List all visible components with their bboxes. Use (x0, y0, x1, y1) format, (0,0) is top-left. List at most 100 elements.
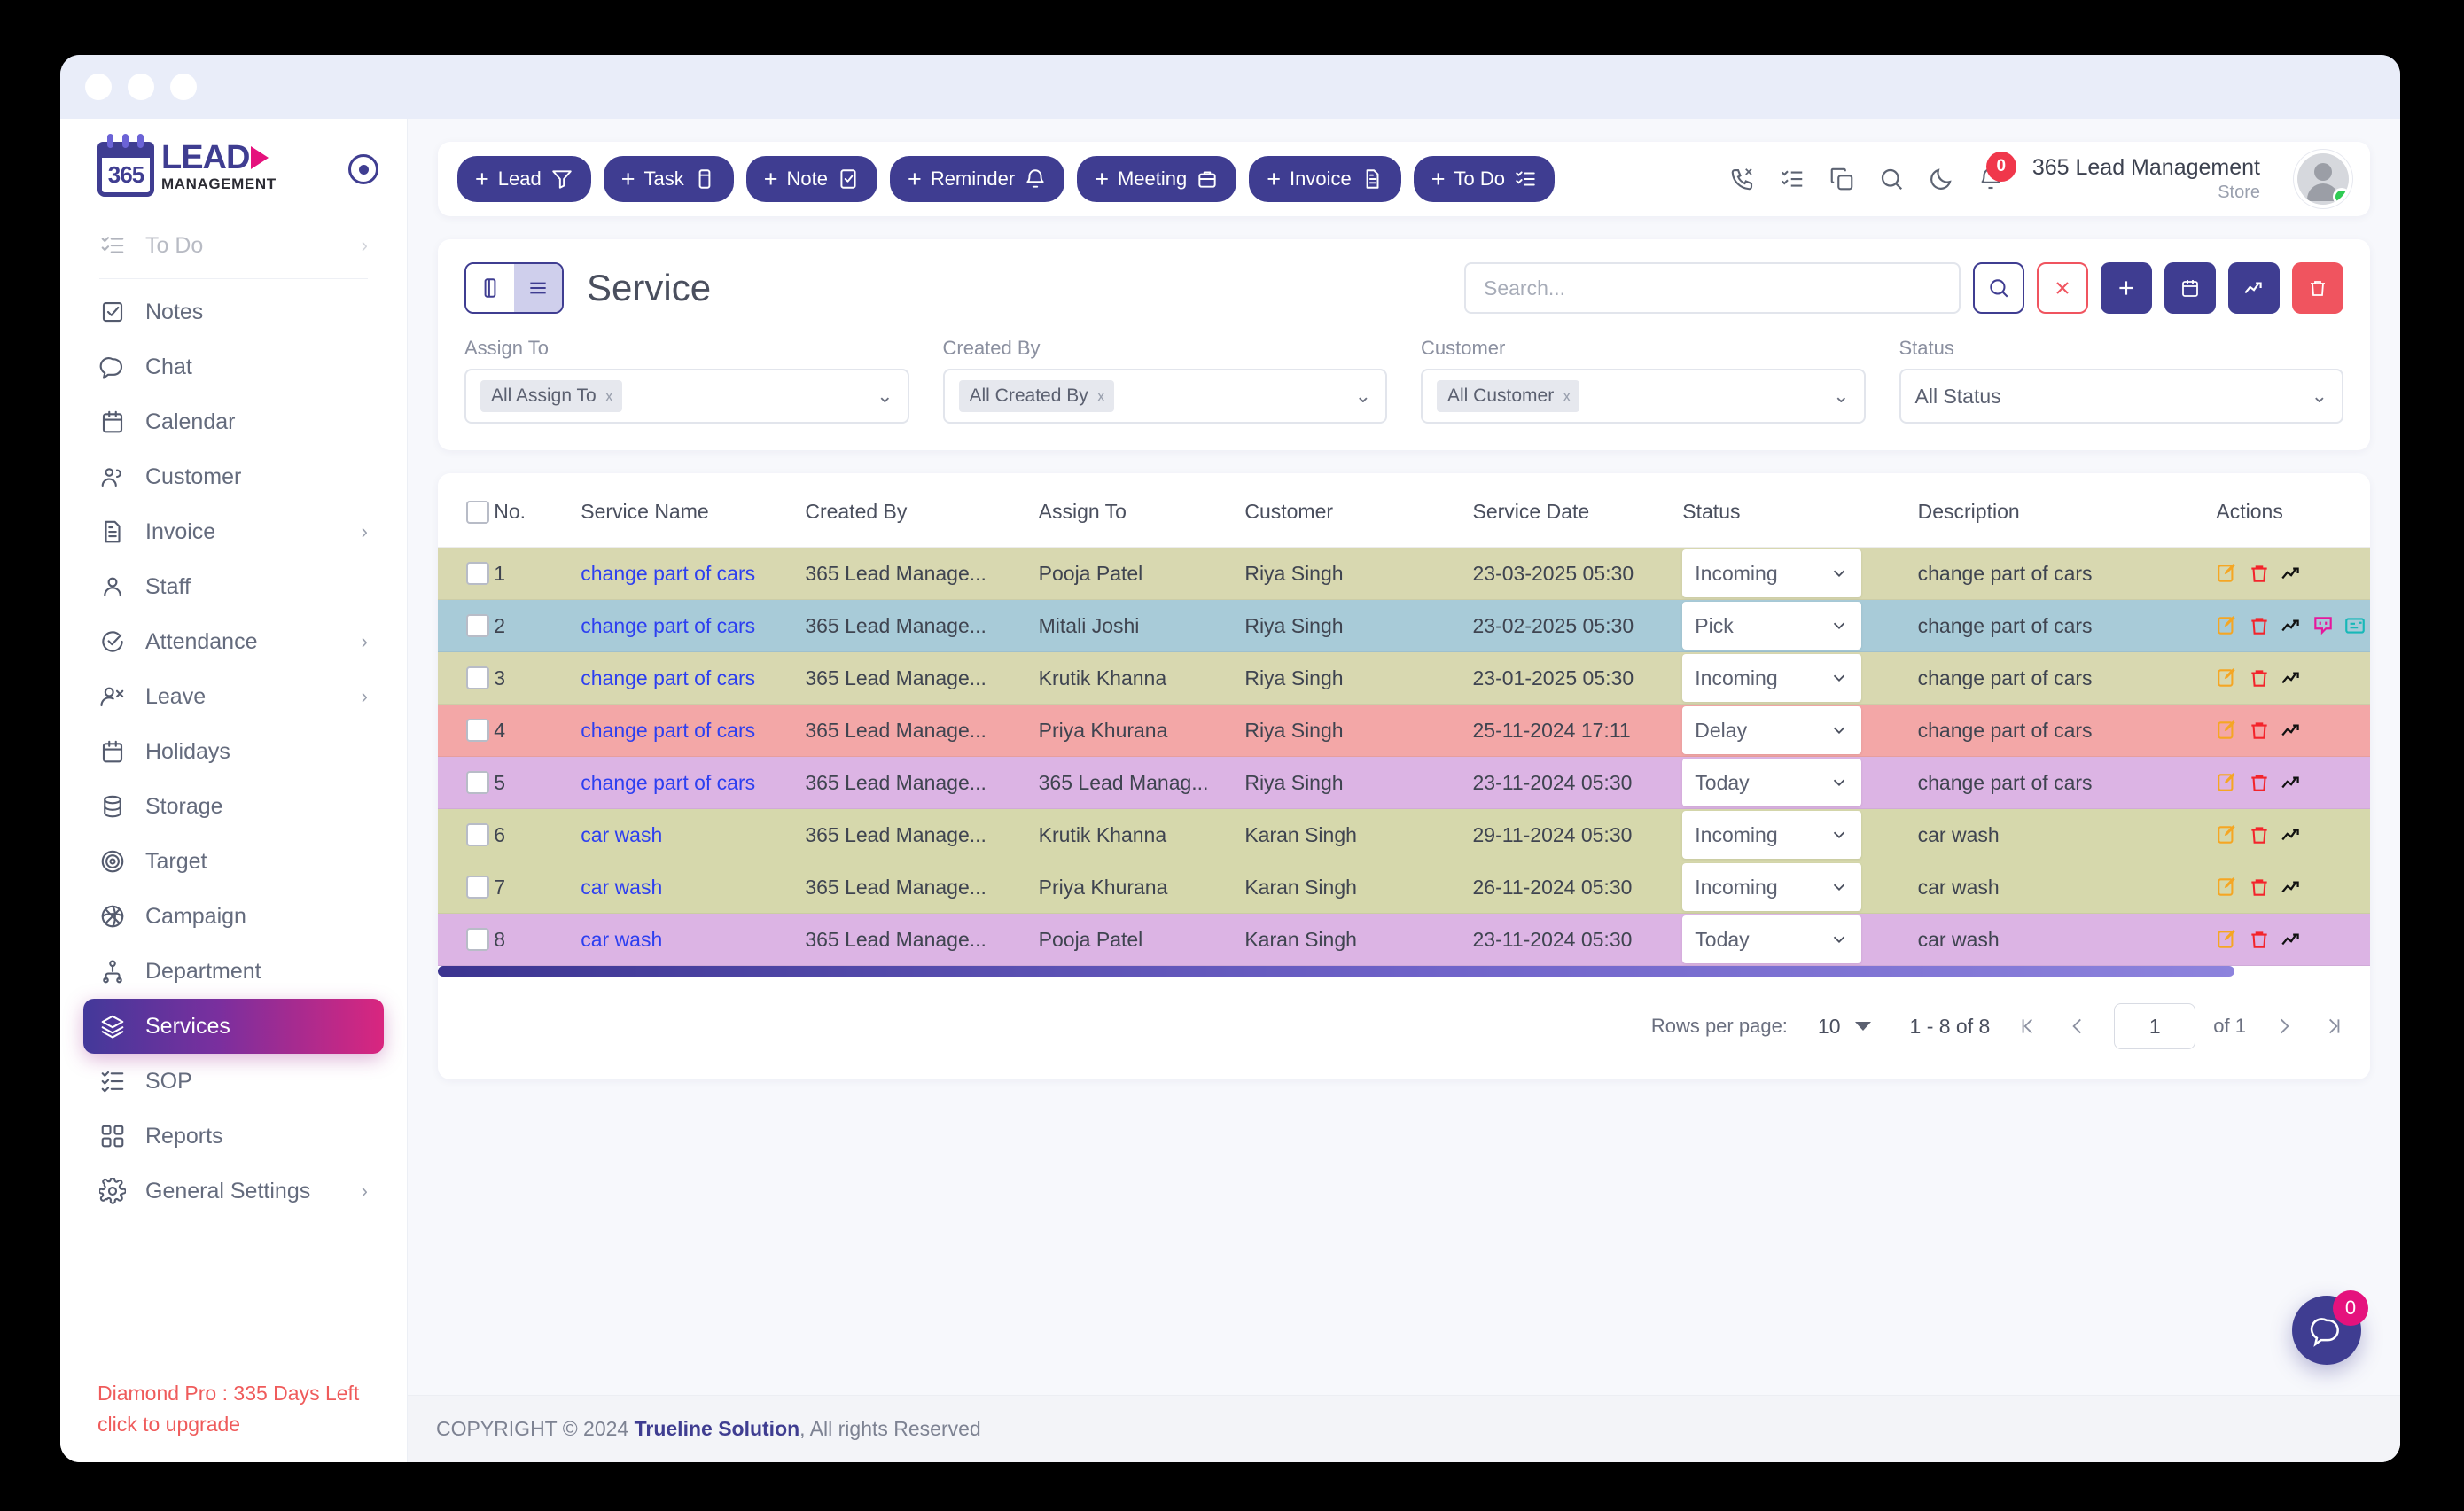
table-row[interactable]: 5 change part of cars 365 Lead Manage... 36… (438, 756, 2370, 809)
clear-filter-button[interactable] (2037, 262, 2088, 314)
notification-bell-icon[interactable]: 0 (1977, 152, 2016, 192)
filter-select[interactable]: All Customer x ⌄ (1421, 369, 1866, 424)
prev-page-icon[interactable] (2066, 1015, 2089, 1038)
sidebar-item-campaign[interactable]: Campaign (83, 889, 384, 944)
row-checkbox[interactable] (466, 771, 489, 794)
status-select[interactable]: Incoming (1682, 811, 1862, 859)
edit-icon[interactable] (2216, 614, 2239, 637)
service-name-link[interactable]: change part of cars (581, 562, 755, 585)
delete-icon[interactable] (2248, 928, 2271, 951)
window-minimize-dot[interactable] (128, 74, 154, 100)
table-row[interactable]: 2 change part of cars 365 Lead Manage... Mi… (438, 599, 2370, 652)
sidebar-item-calendar[interactable]: Calendar (83, 394, 384, 449)
company-link[interactable]: Trueline Solution (635, 1417, 800, 1440)
sidebar-item-attendance[interactable]: Attendance › (83, 614, 384, 669)
trend-icon[interactable] (2280, 614, 2303, 637)
sidebar-item-holidays[interactable]: Holidays (83, 724, 384, 779)
window-close-dot[interactable] (85, 74, 112, 100)
search-input[interactable] (1464, 262, 1961, 314)
card-view-icon[interactable] (466, 264, 514, 312)
trend-icon[interactable] (2280, 719, 2303, 742)
close-icon[interactable]: x (1563, 387, 1571, 406)
chat-bubble-icon[interactable] (2312, 614, 2335, 637)
filter-chip[interactable]: All Customer x (1437, 380, 1580, 412)
row-checkbox[interactable] (466, 562, 489, 585)
status-select[interactable]: Pick (1682, 602, 1862, 650)
delete-icon[interactable] (2248, 666, 2271, 689)
table-row[interactable]: 4 change part of cars 365 Lead Manage... Pr… (438, 704, 2370, 757)
delete-icon[interactable] (2248, 614, 2271, 637)
status-select[interactable]: Delay (1682, 706, 1862, 754)
edit-icon[interactable] (2216, 666, 2239, 689)
status-select[interactable]: Incoming (1682, 654, 1862, 702)
service-name-link[interactable]: change part of cars (581, 771, 755, 794)
sidebar-item-department[interactable]: Department (83, 944, 384, 999)
delete-icon[interactable] (2248, 771, 2271, 794)
trend-icon[interactable] (2280, 876, 2303, 899)
delete-icon[interactable] (2248, 823, 2271, 846)
copy-icon[interactable] (1829, 166, 1855, 192)
bulk-delete-button[interactable] (2292, 262, 2343, 314)
trend-icon[interactable] (2280, 562, 2303, 585)
search-icon[interactable] (1878, 166, 1905, 192)
trend-icon[interactable] (2280, 823, 2303, 846)
table-row[interactable]: 6 car wash 365 Lead Manage... Krutik Khanna… (438, 808, 2370, 861)
missed-call-icon[interactable] (1729, 166, 1756, 192)
list-view-icon[interactable] (514, 264, 562, 312)
service-name-link[interactable]: car wash (581, 823, 662, 846)
row-checkbox[interactable] (466, 666, 489, 689)
edit-icon[interactable] (2216, 719, 2239, 742)
last-page-icon[interactable] (2322, 1015, 2345, 1038)
sidebar-item-customer[interactable]: Customer (83, 449, 384, 504)
sidebar-item-reports[interactable]: Reports (83, 1109, 384, 1164)
window-maximize-dot[interactable] (170, 74, 197, 100)
row-checkbox[interactable] (466, 876, 489, 899)
filter-select[interactable]: All Created By x ⌄ (942, 369, 1387, 424)
add-to-do-button[interactable]: + To Do (1413, 156, 1556, 202)
sidebar-collapse-button[interactable] (348, 154, 378, 184)
table-row[interactable]: 8 car wash 365 Lead Manage... Pooja Patel Ka… (438, 913, 2370, 966)
add-note-button[interactable]: + Note (745, 156, 878, 202)
status-select[interactable]: Today (1682, 759, 1862, 806)
page-number-input[interactable]: 1 (2114, 1003, 2196, 1049)
service-name-link[interactable]: change part of cars (581, 719, 755, 742)
status-select[interactable]: Incoming (1682, 549, 1862, 597)
dark-mode-icon[interactable] (1928, 166, 1954, 192)
filter-chip[interactable]: All Assign To x (480, 380, 622, 412)
trend-icon[interactable] (2280, 771, 2303, 794)
upgrade-link[interactable]: click to upgrade (97, 1409, 407, 1440)
sidebar-item-storage[interactable]: Storage (83, 779, 384, 834)
search-button[interactable] (1973, 262, 2024, 314)
table-row[interactable]: 7 car wash 365 Lead Manage... Priya Khurana… (438, 861, 2370, 914)
close-icon[interactable]: x (605, 387, 613, 406)
edit-icon[interactable] (2216, 771, 2239, 794)
horizontal-scrollbar[interactable] (438, 966, 2370, 977)
filter-select[interactable]: All Assign To x ⌄ (464, 369, 909, 424)
delete-icon[interactable] (2248, 876, 2271, 899)
service-name-link[interactable]: car wash (581, 928, 662, 951)
table-row[interactable]: 1 change part of cars 365 Lead Manage... Po… (438, 547, 2370, 600)
edit-icon[interactable] (2216, 928, 2239, 951)
avatar[interactable] (2297, 153, 2349, 205)
sidebar-item-to-do[interactable]: To Do › (83, 218, 384, 273)
trend-button[interactable] (2228, 262, 2280, 314)
delete-icon[interactable] (2248, 719, 2271, 742)
chat-widget-button[interactable]: 0 (2292, 1290, 2368, 1365)
edit-icon[interactable] (2216, 562, 2239, 585)
row-checkbox[interactable] (466, 614, 489, 637)
edit-icon[interactable] (2216, 823, 2239, 846)
sidebar-item-staff[interactable]: Staff (83, 559, 384, 614)
sidebar-item-general-settings[interactable]: General Settings › (83, 1164, 384, 1219)
add-invoice-button[interactable]: + Invoice (1249, 156, 1401, 202)
app-logo[interactable]: 365 LEAD MANAGEMENT (97, 134, 277, 197)
close-icon[interactable]: x (1097, 387, 1105, 406)
edit-icon[interactable] (2216, 876, 2239, 899)
trend-icon[interactable] (2280, 666, 2303, 689)
sidebar-item-invoice[interactable]: Invoice › (83, 504, 384, 559)
service-name-link[interactable]: car wash (581, 876, 662, 899)
upgrade-block[interactable]: Diamond Pro : 335 Days Left click to upg… (60, 1378, 407, 1462)
task-list-icon[interactable] (1779, 166, 1805, 192)
status-select[interactable]: Incoming (1682, 863, 1862, 911)
add-reminder-button[interactable]: + Reminder (890, 156, 1065, 202)
sidebar-item-services[interactable]: Services (83, 999, 384, 1054)
